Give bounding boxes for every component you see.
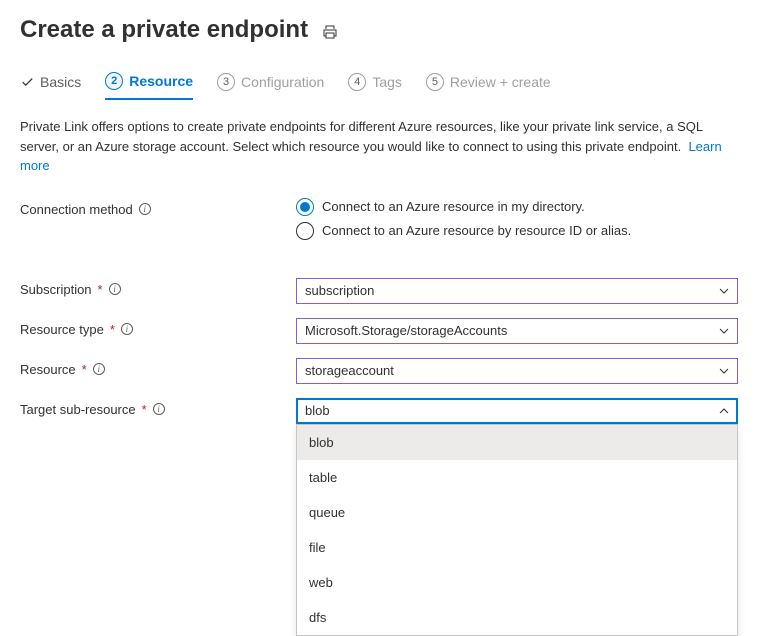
required-indicator: * bbox=[142, 402, 147, 417]
tab-basics-label: Basics bbox=[40, 74, 81, 90]
dropdown-option-table[interactable]: table bbox=[297, 460, 737, 495]
dropdown-option-dfs[interactable]: dfs bbox=[297, 600, 737, 635]
info-icon[interactable]: i bbox=[139, 203, 151, 215]
tab-review-create[interactable]: 5 Review + create bbox=[426, 72, 551, 100]
page-title: Create a private endpoint bbox=[20, 16, 308, 44]
required-indicator: * bbox=[98, 282, 103, 297]
tab-resource[interactable]: 2 Resource bbox=[105, 72, 193, 100]
target-sub-resource-dropdown: blob table queue file web dfs bbox=[296, 424, 738, 636]
select-value: blob bbox=[305, 403, 330, 418]
tab-step-number: 4 bbox=[348, 73, 366, 91]
info-icon[interactable]: i bbox=[93, 363, 105, 375]
connection-method-radio-group: Connect to an Azure resource in my direc… bbox=[296, 198, 738, 240]
required-indicator: * bbox=[110, 322, 115, 337]
subscription-label: Subscription bbox=[20, 282, 92, 297]
tab-configuration-label: Configuration bbox=[241, 74, 324, 90]
tab-review-label: Review + create bbox=[450, 74, 551, 90]
select-value: storageaccount bbox=[305, 363, 394, 378]
description-text: Private Link offers options to create pr… bbox=[20, 117, 738, 176]
chevron-down-icon bbox=[719, 286, 729, 296]
info-icon[interactable]: i bbox=[109, 283, 121, 295]
info-icon[interactable]: i bbox=[121, 323, 133, 335]
wizard-tabs: Basics 2 Resource 3 Configuration 4 Tags… bbox=[20, 72, 738, 101]
resource-select[interactable]: storageaccount bbox=[296, 358, 738, 384]
dropdown-option-blob[interactable]: blob bbox=[297, 425, 737, 460]
radio-icon bbox=[296, 198, 314, 216]
dropdown-option-file[interactable]: file bbox=[297, 530, 737, 565]
resource-type-select[interactable]: Microsoft.Storage/storageAccounts bbox=[296, 318, 738, 344]
description-body: Private Link offers options to create pr… bbox=[20, 119, 703, 154]
required-indicator: * bbox=[82, 362, 87, 377]
radio-label: Connect to an Azure resource by resource… bbox=[322, 223, 631, 238]
tab-tags-label: Tags bbox=[372, 74, 402, 90]
target-sub-resource-label: Target sub-resource bbox=[20, 402, 136, 417]
tab-configuration[interactable]: 3 Configuration bbox=[217, 72, 324, 100]
chevron-down-icon bbox=[719, 326, 729, 336]
radio-connect-resource-id[interactable]: Connect to an Azure resource by resource… bbox=[296, 222, 738, 240]
tab-step-number: 5 bbox=[426, 73, 444, 91]
tab-tags[interactable]: 4 Tags bbox=[348, 72, 402, 100]
connection-method-label: Connection method bbox=[20, 202, 133, 217]
print-icon[interactable] bbox=[322, 24, 338, 40]
tab-basics[interactable]: Basics bbox=[20, 72, 81, 100]
radio-label: Connect to an Azure resource in my direc… bbox=[322, 199, 585, 214]
tab-step-number: 2 bbox=[105, 72, 123, 90]
dropdown-option-queue[interactable]: queue bbox=[297, 495, 737, 530]
radio-icon bbox=[296, 222, 314, 240]
target-sub-resource-select[interactable]: blob bbox=[296, 398, 738, 424]
radio-connect-directory[interactable]: Connect to an Azure resource in my direc… bbox=[296, 198, 738, 216]
dropdown-option-web[interactable]: web bbox=[297, 565, 737, 600]
tab-step-number: 3 bbox=[217, 73, 235, 91]
tab-resource-label: Resource bbox=[129, 73, 193, 89]
select-value: subscription bbox=[305, 283, 374, 298]
info-icon[interactable]: i bbox=[153, 403, 165, 415]
select-value: Microsoft.Storage/storageAccounts bbox=[305, 323, 507, 338]
resource-type-label: Resource type bbox=[20, 322, 104, 337]
subscription-select[interactable]: subscription bbox=[296, 278, 738, 304]
chevron-up-icon bbox=[719, 406, 729, 416]
chevron-down-icon bbox=[719, 366, 729, 376]
resource-label: Resource bbox=[20, 362, 76, 377]
